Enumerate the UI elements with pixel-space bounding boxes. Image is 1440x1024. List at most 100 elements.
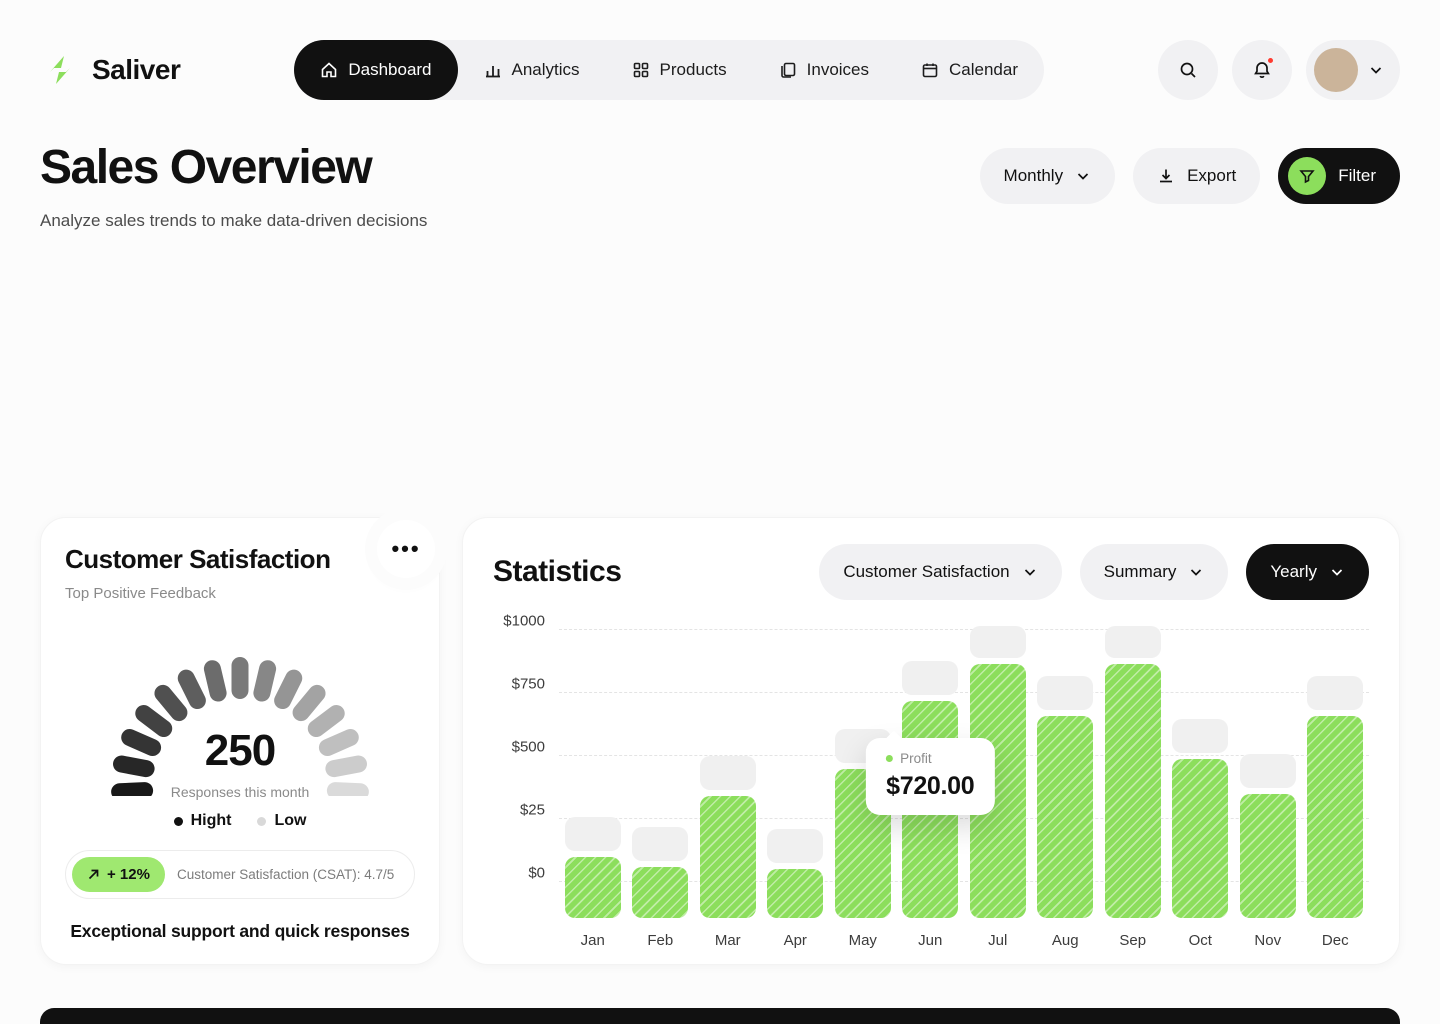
- header-controls: Monthly Export Filter: [980, 148, 1400, 204]
- x-axis-label-feb: Feb: [627, 932, 695, 949]
- legend-label: Hight: [191, 812, 232, 830]
- bar-cap-dec: [1307, 676, 1363, 710]
- arrow-up-right-icon: [87, 868, 100, 881]
- period-select[interactable]: Monthly: [980, 148, 1116, 204]
- legend-dot-low: [257, 817, 266, 826]
- bar-mar[interactable]: [700, 796, 756, 918]
- x-axis-label-apr: Apr: [762, 932, 830, 949]
- delta-badge: + 12%: [72, 857, 165, 892]
- more-options-button[interactable]: •••: [377, 520, 435, 578]
- chevron-down-icon: [1075, 168, 1091, 184]
- legend-dot-high: [174, 817, 183, 826]
- y-axis-tick: $0: [493, 865, 545, 882]
- x-axis-label-sep: Sep: [1099, 932, 1167, 949]
- search-icon: [1178, 60, 1198, 80]
- nav-label: Calendar: [949, 60, 1018, 80]
- nav-label: Invoices: [807, 60, 869, 80]
- export-button[interactable]: Export: [1133, 148, 1260, 204]
- filter-icon: [1299, 168, 1315, 184]
- analytics-icon: [484, 61, 502, 79]
- chart-tooltip: Profit $720.00: [866, 738, 994, 815]
- csat-text: Customer Satisfaction (CSAT): 4.7/5: [177, 867, 404, 882]
- grid-icon: [632, 61, 650, 79]
- chart-plot-area: $1000$750$500$25$0 Profit $720.00: [559, 626, 1369, 918]
- bar-cap-nov: [1240, 754, 1296, 788]
- bar-cap-sep: [1105, 626, 1161, 658]
- chart-x-labels: JanFebMarAprMayJunJulAugSepOctNovDec: [559, 932, 1369, 949]
- nav-item-analytics[interactable]: Analytics: [458, 40, 606, 100]
- card-subtitle: Top Positive Feedback: [65, 585, 415, 602]
- x-axis-label-jun: Jun: [897, 932, 965, 949]
- bar-sep[interactable]: [1105, 664, 1161, 918]
- tooltip-value: $720.00: [886, 772, 974, 801]
- bar-cap-aug: [1037, 676, 1093, 710]
- cards-row: ••• Customer Satisfaction Top Positive F…: [0, 517, 1440, 965]
- x-axis-label-oct: Oct: [1167, 932, 1235, 949]
- bar-cap-jan: [565, 817, 621, 851]
- bar-aug[interactable]: [1037, 716, 1093, 918]
- page-subtitle: Analyze sales trends to make data-driven…: [40, 211, 427, 231]
- bar-chart: $1000$750$500$25$0 Profit $720.00 JanFeb…: [493, 626, 1369, 949]
- notifications-button[interactable]: [1232, 40, 1292, 100]
- chevron-down-icon: [1329, 564, 1345, 580]
- search-button[interactable]: [1158, 40, 1218, 100]
- view-select[interactable]: Summary: [1080, 544, 1229, 600]
- page-title: Sales Overview: [40, 140, 427, 195]
- calendar-icon: [921, 61, 939, 79]
- bar-cap-jul: [970, 626, 1026, 658]
- filter-label: Filter: [1338, 166, 1376, 186]
- x-axis-label-dec: Dec: [1302, 932, 1370, 949]
- card-footnote: Exceptional support and quick responses: [65, 921, 415, 942]
- bar-nov[interactable]: [1240, 794, 1296, 918]
- main-nav: Dashboard Analytics Products Invoices: [294, 40, 1044, 100]
- y-axis-tick: $1000: [493, 613, 545, 630]
- nav-item-invoices[interactable]: Invoices: [753, 40, 895, 100]
- metric-select[interactable]: Customer Satisfaction: [819, 544, 1061, 600]
- legend-item-low: Low: [257, 812, 306, 830]
- nav-item-calendar[interactable]: Calendar: [895, 40, 1044, 100]
- tooltip-series-dot: [886, 755, 893, 762]
- bar-dec[interactable]: [1307, 716, 1363, 918]
- y-axis-tick: $500: [493, 739, 545, 756]
- bar-cap-feb: [632, 827, 688, 861]
- funnel-circle: [1288, 157, 1326, 195]
- bar-oct[interactable]: [1172, 759, 1228, 918]
- home-icon: [320, 61, 338, 79]
- nav-item-dashboard[interactable]: Dashboard: [294, 40, 457, 100]
- statistics-selectors: Customer Satisfaction Summary Yearly: [819, 544, 1369, 600]
- avatar: [1314, 48, 1358, 92]
- legend-item-high: Hight: [174, 812, 232, 830]
- range-select-value: Yearly: [1270, 562, 1317, 582]
- bar-cap-jun: [902, 661, 958, 695]
- legend-label: Low: [274, 812, 306, 830]
- nav-label: Analytics: [512, 60, 580, 80]
- bar-apr[interactable]: [767, 869, 823, 918]
- card-title: Customer Satisfaction: [65, 544, 415, 575]
- metric-select-value: Customer Satisfaction: [843, 562, 1009, 582]
- bar-feb[interactable]: [632, 867, 688, 918]
- user-menu[interactable]: [1306, 40, 1400, 100]
- chevron-down-icon: [1368, 62, 1384, 78]
- top-right-cluster: [1158, 40, 1400, 100]
- export-label: Export: [1187, 166, 1236, 186]
- invoice-icon: [779, 61, 797, 79]
- tooltip-label: Profit: [900, 751, 932, 766]
- top-bar: Saliver Dashboard Analytics Products: [0, 0, 1440, 100]
- gauge-legend: Hight Low: [65, 812, 415, 830]
- bar-cap-oct: [1172, 719, 1228, 753]
- satisfaction-gauge: 250 Responses this month: [85, 618, 395, 796]
- bar-jan[interactable]: [565, 857, 621, 918]
- range-select[interactable]: Yearly: [1246, 544, 1369, 600]
- x-axis-label-jan: Jan: [559, 932, 627, 949]
- bar-cap-apr: [767, 829, 823, 863]
- footer-bar: [40, 1008, 1400, 1024]
- filter-button[interactable]: Filter: [1278, 148, 1400, 204]
- gauge-value: 250: [85, 726, 395, 776]
- x-axis-label-jul: Jul: [964, 932, 1032, 949]
- x-axis-label-aug: Aug: [1032, 932, 1100, 949]
- delta-value: + 12%: [107, 866, 150, 883]
- x-axis-label-mar: Mar: [694, 932, 762, 949]
- y-axis-tick: $25: [493, 802, 545, 819]
- download-icon: [1157, 167, 1175, 185]
- nav-item-products[interactable]: Products: [606, 40, 753, 100]
